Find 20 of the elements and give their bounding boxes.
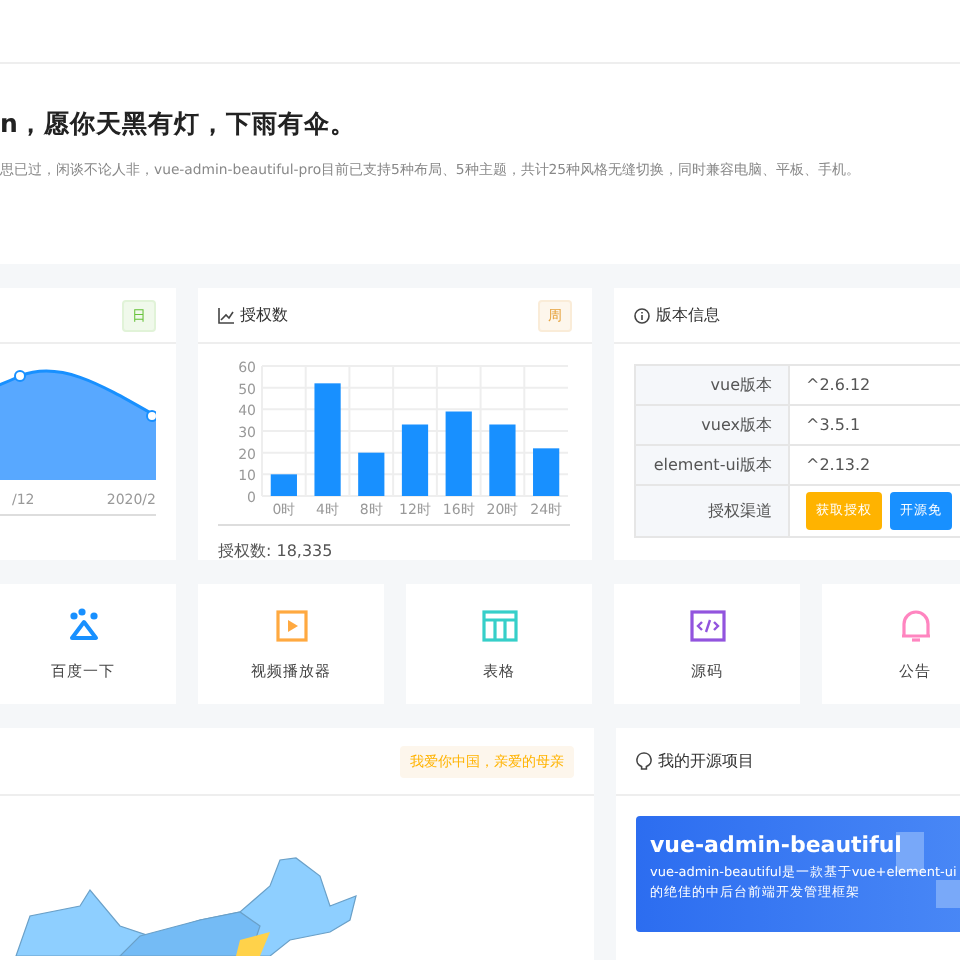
info-icon [634, 307, 650, 323]
row-label: 授权渠道 [635, 485, 789, 537]
bar [314, 383, 341, 496]
bar [401, 424, 429, 496]
row-label: vuex版本 [635, 405, 789, 445]
greeting-title: n，愿你天黑有灯，下雨有伞。 [0, 108, 358, 142]
bar [445, 411, 472, 496]
card-title: 授权数 [218, 304, 288, 326]
banner-title: vue-admin-beautiful [650, 832, 904, 858]
bar [489, 424, 516, 496]
total-label: 授权数: 18,335 [218, 540, 335, 560]
card-title: 我的开源项目 [636, 750, 754, 772]
bar [270, 474, 297, 496]
bar [358, 452, 385, 496]
version-value: ^2.6.12 [789, 365, 960, 405]
bar [533, 448, 560, 496]
row-label: vue版本 [635, 365, 789, 405]
row-label: element-ui版本 [635, 445, 789, 485]
card-title: 版本信息 [634, 304, 720, 326]
line-chart-icon [218, 307, 234, 323]
